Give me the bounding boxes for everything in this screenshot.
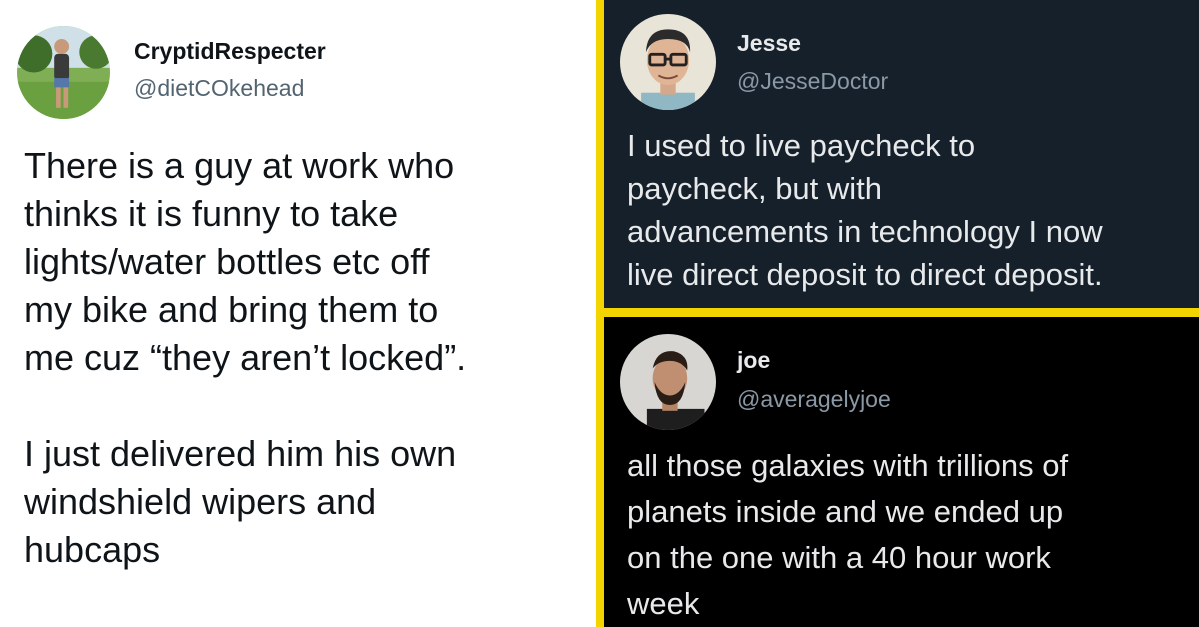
tweet-card-jesse[interactable]: Jesse @JesseDoctor I used to live payche… bbox=[604, 0, 1199, 308]
tweet-text: all those galaxies with trillions of pla… bbox=[627, 448, 1069, 621]
tweet-card-cryptidrespecter[interactable]: CryptidRespecter @dietCOkehead There is … bbox=[0, 0, 596, 627]
cartoon-man-glasses-avatar-icon bbox=[620, 14, 716, 110]
user-handle[interactable]: @averagelyjoe bbox=[737, 386, 891, 413]
tweet-text: There is a guy at work who thinks it is … bbox=[24, 145, 467, 570]
display-name[interactable]: Jesse bbox=[737, 30, 801, 57]
avatar[interactable] bbox=[620, 14, 716, 110]
person-outdoors-avatar-icon bbox=[17, 26, 110, 119]
avatar[interactable] bbox=[17, 26, 110, 119]
display-name[interactable]: CryptidRespecter bbox=[134, 38, 326, 65]
display-name[interactable]: joe bbox=[737, 347, 770, 374]
user-handle[interactable]: @dietCOkehead bbox=[134, 75, 304, 102]
tweet-card-joe[interactable]: joe @averagelyjoe all those galaxies wit… bbox=[604, 317, 1199, 627]
avatar[interactable] bbox=[620, 334, 716, 430]
tweet-text: I used to live paycheck to paycheck, but… bbox=[627, 128, 1103, 292]
bearded-man-avatar-icon bbox=[620, 334, 716, 430]
user-handle[interactable]: @JesseDoctor bbox=[737, 68, 888, 95]
